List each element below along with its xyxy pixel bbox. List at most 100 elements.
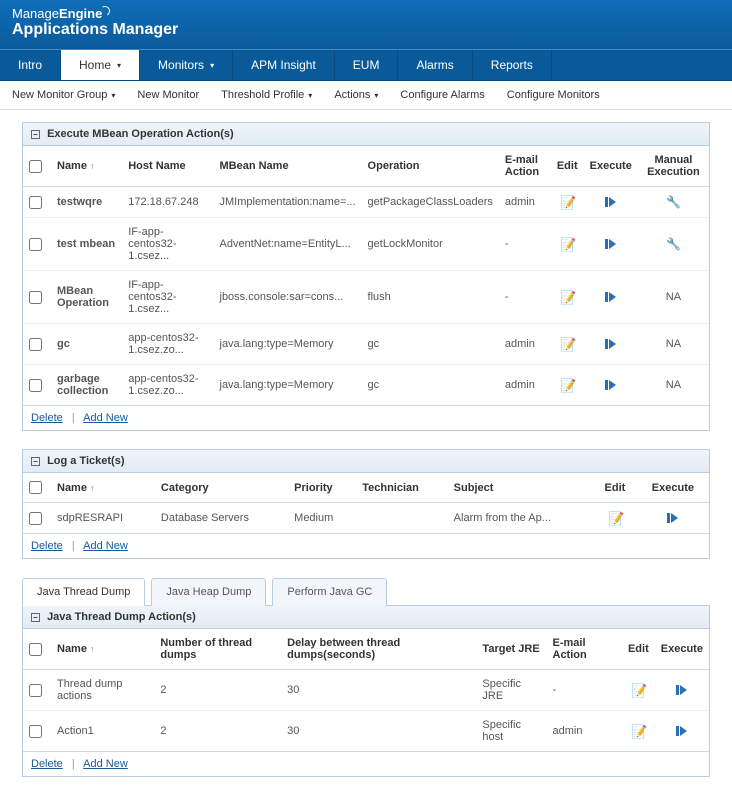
col-name: Name ↑ xyxy=(51,146,122,187)
col-host[interactable]: Host Name xyxy=(122,146,213,187)
add-new-link[interactable]: Add New xyxy=(83,758,128,770)
cell-mbean: JMImplementation:name=... xyxy=(214,187,362,218)
execute-icon[interactable] xyxy=(676,684,688,696)
row-checkbox[interactable] xyxy=(29,291,42,304)
cell-host: IF-app-centos32-1.csez... xyxy=(122,218,213,271)
thread-panel: – Java Thread Dump Action(s) Name ↑ Numb… xyxy=(22,605,710,777)
row-checkbox[interactable] xyxy=(29,238,42,251)
cell-name: Action1 xyxy=(51,711,154,752)
edit-icon[interactable]: 📝 xyxy=(560,290,574,304)
col-cat[interactable]: Category xyxy=(155,473,288,503)
mbean-table: Name ↑ Host Name MBean Name Operation E-… xyxy=(23,146,709,405)
col-exec: Execute xyxy=(655,629,709,670)
delete-link[interactable]: Delete xyxy=(31,412,63,424)
tab-java-heap-dump[interactable]: Java Heap Dump xyxy=(151,578,266,606)
select-all-checkbox[interactable] xyxy=(29,160,42,173)
select-all-checkbox[interactable] xyxy=(29,481,42,494)
panel-header-mbean[interactable]: – Execute MBean Operation Action(s) xyxy=(23,123,709,146)
col-pri[interactable]: Priority xyxy=(288,473,356,503)
edit-icon[interactable]: 📝 xyxy=(560,237,574,251)
cell-op: gc xyxy=(362,324,499,365)
add-new-link[interactable]: Add New xyxy=(83,412,128,424)
edit-icon[interactable]: 📝 xyxy=(631,724,645,738)
row-checkbox[interactable] xyxy=(29,338,42,351)
collapse-icon[interactable]: – xyxy=(31,457,40,466)
collapse-icon[interactable]: – xyxy=(31,613,40,622)
panel-header-thread[interactable]: – Java Thread Dump Action(s) xyxy=(23,606,709,629)
col-subj[interactable]: Subject xyxy=(448,473,593,503)
col-delay[interactable]: Delay between thread dumps(seconds) xyxy=(281,629,476,670)
col-op[interactable]: Operation xyxy=(362,146,499,187)
nav-alarms[interactable]: Alarms xyxy=(398,50,472,80)
col-name: Name ↑ xyxy=(51,473,155,503)
subnav-threshold-profile[interactable]: Threshold Profile▾ xyxy=(221,89,312,101)
tab-java-thread-dump[interactable]: Java Thread Dump xyxy=(22,578,145,606)
delete-link[interactable]: Delete xyxy=(31,540,63,552)
col-num[interactable]: Number of thread dumps xyxy=(154,629,281,670)
sort-asc-icon[interactable]: ↑ xyxy=(90,644,95,654)
row-checkbox[interactable] xyxy=(29,196,42,209)
cell-tech xyxy=(356,503,447,534)
edit-icon[interactable]: 📝 xyxy=(560,195,574,209)
execute-icon[interactable] xyxy=(605,291,617,303)
nav-reports[interactable]: Reports xyxy=(473,50,552,80)
thread-footer: Delete | Add New xyxy=(23,751,709,776)
execute-icon[interactable] xyxy=(605,338,617,350)
subnav-new-monitor-group[interactable]: New Monitor Group▾ xyxy=(12,89,115,101)
add-new-link[interactable]: Add New xyxy=(83,540,128,552)
col-target[interactable]: Target JRE xyxy=(476,629,546,670)
col-tech[interactable]: Technician xyxy=(356,473,447,503)
cell-manual: 🔧 xyxy=(638,218,709,271)
subnav-actions[interactable]: Actions▾ xyxy=(334,89,378,101)
dump-tabs: Java Thread DumpJava Heap DumpPerform Ja… xyxy=(22,578,710,606)
table-row: MBean OperationIF-app-centos32-1.csez...… xyxy=(23,271,709,324)
nav-intro[interactable]: Intro xyxy=(0,50,61,80)
row-checkbox[interactable] xyxy=(29,379,42,392)
execute-icon[interactable] xyxy=(605,238,617,250)
cell-email: admin xyxy=(499,324,551,365)
edit-icon[interactable]: 📝 xyxy=(631,683,645,697)
collapse-icon[interactable]: – xyxy=(31,130,40,139)
cell-email: admin xyxy=(499,187,551,218)
subnav-new-monitor[interactable]: New Monitor xyxy=(137,89,199,101)
execute-icon[interactable] xyxy=(605,196,617,208)
col-edit: Edit xyxy=(593,473,637,503)
panel-header-ticket[interactable]: – Log a Ticket(s) xyxy=(23,450,709,473)
subnav-configure-alarms[interactable]: Configure Alarms xyxy=(400,89,484,101)
sort-asc-icon[interactable]: ↑ xyxy=(90,161,95,171)
row-checkbox[interactable] xyxy=(29,684,42,697)
execute-icon[interactable] xyxy=(667,512,679,524)
cell-host: app-centos32-1.csez.zo... xyxy=(122,324,213,365)
ticket-panel: – Log a Ticket(s) Name ↑ Category Priori… xyxy=(22,449,710,559)
nav-apm-insight[interactable]: APM Insight xyxy=(233,50,335,80)
col-mbean[interactable]: MBean Name xyxy=(214,146,362,187)
delete-link[interactable]: Delete xyxy=(31,758,63,770)
nav-eum[interactable]: EUM xyxy=(335,50,399,80)
sort-asc-icon[interactable]: ↑ xyxy=(90,483,95,493)
header: ManageEngine Applications Manager xyxy=(0,0,732,49)
tab-perform-java-gc[interactable]: Perform Java GC xyxy=(272,578,387,606)
col-email[interactable]: E-mail Action xyxy=(499,146,551,187)
manual-exec-icon[interactable]: 🔧 xyxy=(666,195,680,209)
cell-mbean: jboss.console:sar=cons... xyxy=(214,271,362,324)
edit-icon[interactable]: 📝 xyxy=(560,337,574,351)
nav-home[interactable]: Home▾ xyxy=(61,50,140,80)
sub-nav: New Monitor Group▾ New Monitor Threshold P… xyxy=(0,81,732,110)
row-checkbox[interactable] xyxy=(29,725,42,738)
cell-mbean: java.lang:type=Memory xyxy=(214,365,362,406)
edit-icon[interactable]: 📝 xyxy=(608,511,622,525)
col-exec: Execute xyxy=(637,473,709,503)
col-email[interactable]: E-mail Action xyxy=(547,629,622,670)
subnav-configure-monitors[interactable]: Configure Monitors xyxy=(507,89,600,101)
cell-manual: NA xyxy=(638,271,709,324)
nav-monitors[interactable]: Monitors▾ xyxy=(140,50,233,80)
row-checkbox[interactable] xyxy=(29,512,42,525)
table-row: test mbeanIF-app-centos32-1.csez...Adven… xyxy=(23,218,709,271)
col-exec: Execute xyxy=(584,146,638,187)
select-all-checkbox[interactable] xyxy=(29,643,42,656)
execute-icon[interactable] xyxy=(605,379,617,391)
execute-icon[interactable] xyxy=(676,725,688,737)
cell-op: getLockMonitor xyxy=(362,218,499,271)
edit-icon[interactable]: 📝 xyxy=(560,378,574,392)
manual-exec-icon[interactable]: 🔧 xyxy=(666,237,680,251)
